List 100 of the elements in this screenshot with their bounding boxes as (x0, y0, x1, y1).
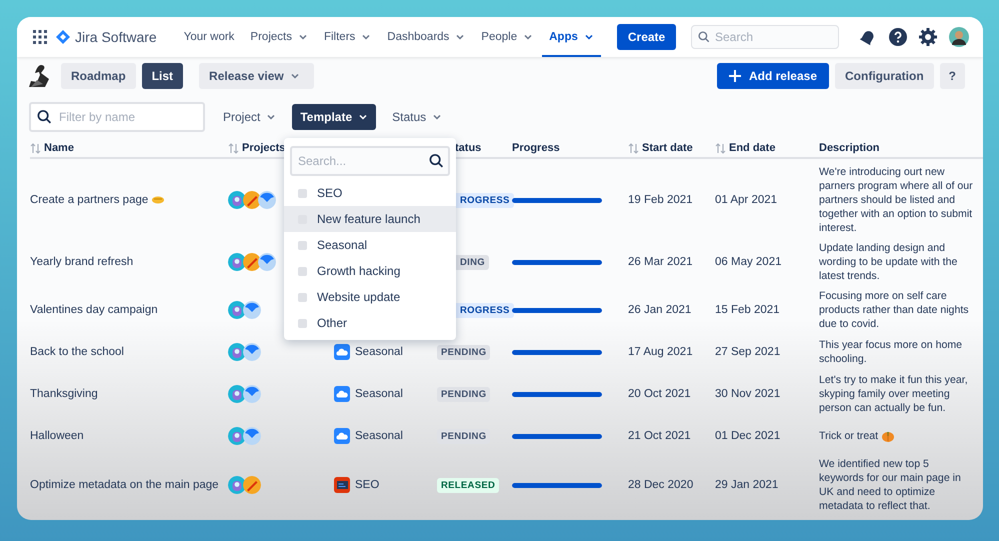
project-avatar[interactable] (243, 476, 261, 494)
nav-menu-item[interactable]: Your work (176, 17, 242, 57)
filter-dropdown[interactable]: Template (292, 104, 376, 130)
project-avatar[interactable] (258, 253, 276, 271)
add-release-button[interactable]: Add release (716, 63, 829, 89)
start-date: 21 Oct 2021 (628, 430, 691, 442)
dropdown-option[interactable]: Growth hacking (284, 258, 456, 284)
release-name[interactable]: Valentines day campaign (30, 304, 158, 316)
nav-menu-item[interactable]: Projects (243, 17, 315, 57)
sort-icon[interactable] (628, 142, 639, 154)
status-lozenge: ROGRESS (456, 192, 514, 208)
caret-icon (266, 112, 276, 122)
release-name[interactable]: Thanksgiving (30, 388, 98, 400)
help-button[interactable]: ? (940, 63, 965, 89)
caret-icon (361, 32, 372, 42)
release-description: We're introducing ourt new parners program where all of our partners should be listed and together with an option to submit interest. (819, 165, 974, 235)
diamond-logo-icon (56, 30, 70, 44)
create-button[interactable]: Create (616, 24, 676, 50)
end-date: 27 Sep 2021 (715, 346, 780, 358)
project-avatar[interactable] (228, 343, 246, 361)
option-label: Other (317, 316, 348, 330)
column-header[interactable]: Projects (242, 142, 286, 154)
status-lozenge: DING (456, 254, 489, 270)
filter-field[interactable]: Filter by name (29, 102, 205, 132)
user-avatar[interactable] (949, 27, 969, 47)
project-avatar[interactable] (228, 191, 246, 209)
settings-icon[interactable] (919, 28, 937, 46)
dropdown-option[interactable]: New feature launch (284, 206, 456, 232)
caret-icon (290, 71, 300, 81)
option-label: Growth hacking (317, 264, 400, 278)
caret-icon (584, 32, 594, 42)
dropdown-option[interactable]: Other (284, 310, 456, 336)
project-avatar[interactable] (243, 301, 261, 319)
start-date: 28 Dec 2020 (628, 479, 694, 491)
status-lozenge: ROGRESS (456, 302, 514, 318)
nav-menu-item[interactable]: Dashboards (380, 17, 472, 57)
release-name[interactable]: Create a partners page (30, 194, 148, 206)
search-field[interactable]: Search... (290, 146, 450, 176)
dropdown-option[interactable]: SEO (284, 180, 456, 206)
sort-icon[interactable] (228, 142, 239, 154)
help-icon[interactable] (889, 28, 907, 46)
search-icon (429, 154, 444, 168)
project-avatar[interactable] (228, 427, 246, 445)
column-header[interactable]: Name (44, 142, 74, 154)
configuration-button[interactable]: Configuration (835, 63, 934, 89)
project-avatar[interactable] (243, 427, 261, 445)
checkbox[interactable] (298, 266, 307, 276)
app-switcher-icon[interactable] (33, 30, 47, 44)
column-header[interactable]: Description (819, 142, 880, 154)
status-lozenge: RELEASED (437, 478, 500, 492)
cloud-icon (334, 428, 350, 444)
nav-menu-item[interactable]: Apps (542, 17, 601, 57)
end-date: 01 Dec 2021 (715, 430, 780, 442)
checkbox[interactable] (298, 240, 307, 250)
release-name[interactable]: Optimize metadata on the main page (30, 479, 219, 491)
release-name[interactable]: Yearly brand refresh (30, 256, 134, 268)
search-icon (37, 110, 52, 124)
end-date: 01 Apr 2021 (715, 194, 778, 206)
checkbox[interactable] (298, 318, 307, 328)
view-tab[interactable]: Roadmap (61, 63, 136, 89)
dropdown-option[interactable]: Seasonal (284, 232, 456, 258)
release-description: We identified new top 5 keywords for our main page in UK and need to optimize metadata to reflect that. (819, 457, 962, 513)
end-date: 30 Nov 2021 (715, 388, 780, 400)
nav-menu-item[interactable]: Filters (316, 17, 378, 57)
sort-icon[interactable] (715, 142, 726, 154)
project-avatar[interactable] (228, 385, 246, 403)
project-avatar[interactable] (228, 476, 246, 494)
filter-dropdown[interactable]: Project (215, 104, 284, 130)
cloud-icon (334, 344, 350, 360)
project-avatar[interactable] (243, 343, 261, 361)
screen-icon (334, 477, 350, 493)
release-name[interactable]: Halloween (30, 430, 84, 442)
project-avatar[interactable] (258, 191, 276, 209)
column-header[interactable]: Progress (512, 142, 560, 154)
template-name: Seasonal (355, 430, 403, 442)
search-icon (698, 31, 710, 43)
column-header[interactable]: Start date (642, 142, 693, 154)
project-avatar[interactable] (243, 385, 261, 403)
nav-menu-item[interactable]: People (474, 17, 540, 57)
column-header[interactable]: End date (729, 142, 776, 154)
release-view-dropdown[interactable]: Release view (199, 63, 314, 89)
project-avatar[interactable] (243, 253, 261, 271)
filter-dropdown[interactable]: Status (384, 104, 450, 130)
project-avatar[interactable] (228, 301, 246, 319)
checkbox[interactable] (298, 292, 307, 302)
caret-icon (358, 112, 368, 122)
sort-icon[interactable] (30, 142, 41, 154)
release-description: Focusing more on self care products rather than date nights due to covid. (819, 289, 970, 331)
view-tab[interactable]: List (142, 63, 184, 89)
dropdown-option[interactable]: Website update (284, 284, 456, 310)
project-avatar[interactable] (228, 253, 246, 271)
release-name[interactable]: Back to the school (30, 346, 124, 358)
status-lozenge: PENDING (437, 428, 490, 444)
column-header[interactable]: tatus (455, 142, 482, 154)
checkbox[interactable] (298, 188, 307, 198)
start-date: 26 Jan 2021 (628, 304, 692, 316)
project-avatar[interactable] (243, 191, 261, 209)
search-field[interactable]: Search (691, 25, 839, 49)
pumpkin-icon (882, 430, 894, 442)
release-description: Let's try to make it fun this year, skyping family over meeting person can actually be fun. (819, 373, 969, 415)
